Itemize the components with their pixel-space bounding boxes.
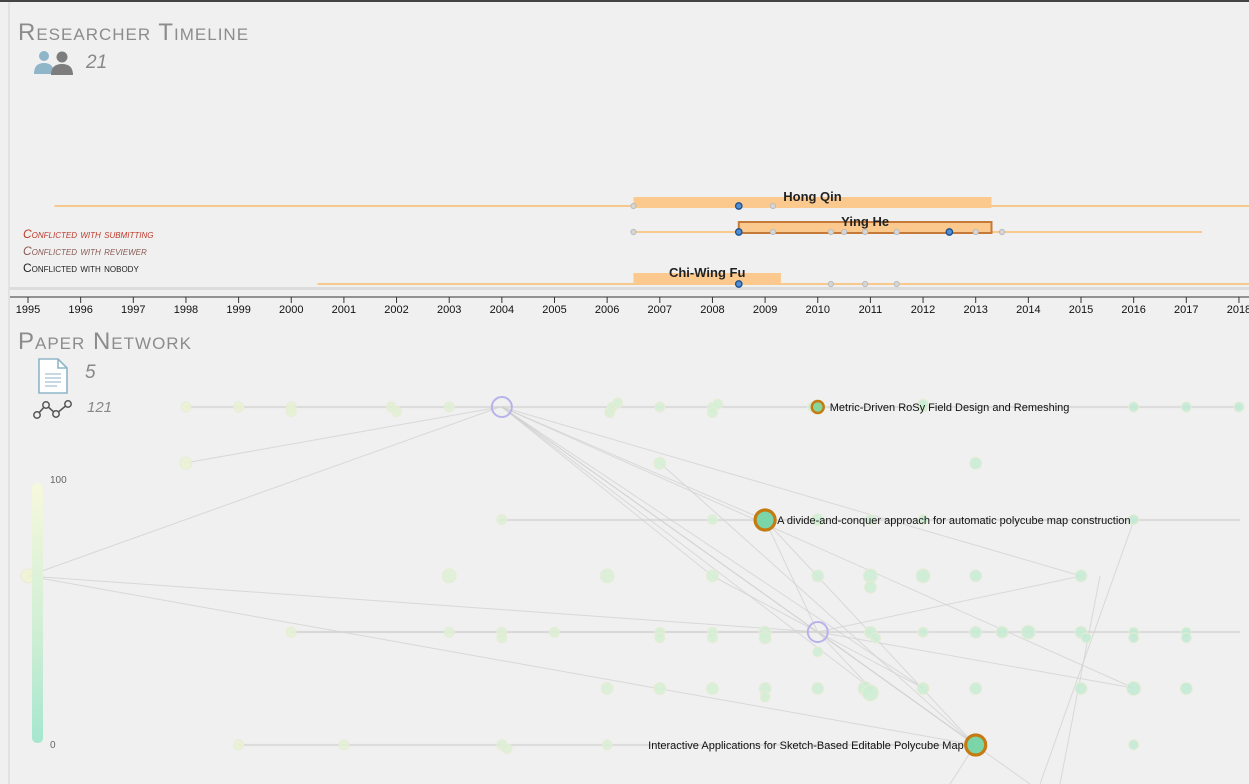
paper-node: [969, 625, 983, 639]
paper-node: [1180, 632, 1192, 644]
paper-node: [654, 401, 666, 413]
selected-paper-node[interactable]: [964, 733, 988, 757]
citation-edge: [501, 406, 871, 689]
paper-node: [995, 625, 1009, 639]
paper-node: [1128, 739, 1140, 751]
paper-node: [870, 632, 882, 644]
paper-node: [861, 684, 879, 702]
citation-edge: [817, 575, 1082, 633]
paper-title-label[interactable]: Metric-Driven RoSy Field Design and Reme…: [830, 402, 1070, 414]
citation-edge: [501, 406, 1134, 689]
paper-node: [812, 646, 824, 658]
paper-node: [599, 568, 615, 584]
paper-node: [653, 682, 667, 695]
paper-node: [604, 407, 616, 419]
paper-node: [863, 580, 877, 594]
network-edges: [27, 405, 1240, 784]
network-nodes: Metric-Driven RoSy Field Design and Reme…: [20, 396, 1245, 757]
paper-node: [496, 514, 508, 526]
scale-min-label: 0: [50, 740, 56, 751]
paper-title-label[interactable]: Interactive Applications for Sketch-Base…: [648, 740, 964, 752]
citation-edge: [1059, 575, 1101, 784]
paper-node: [1179, 682, 1193, 695]
paper-node: [1180, 401, 1192, 413]
scale-max-label: 100: [50, 475, 67, 486]
paper-node: [917, 626, 929, 638]
paper-node: [285, 406, 297, 418]
paper-node: [706, 407, 718, 419]
paper-node: [1080, 632, 1092, 644]
paper-node: [705, 569, 719, 583]
paper-node: [600, 682, 614, 695]
citation-edge: [501, 406, 924, 689]
paper-node: [654, 632, 666, 644]
paper-node: [612, 397, 624, 409]
paper-node: [1020, 624, 1036, 640]
paper-node: [811, 569, 825, 583]
citation-edge: [27, 575, 976, 746]
citation-edge: [1039, 519, 1135, 784]
paper-node: [969, 456, 983, 470]
paper-node: [758, 631, 772, 645]
selected-paper-node[interactable]: [810, 399, 825, 415]
paper-node: [496, 632, 508, 644]
selected-paper-node[interactable]: [753, 508, 777, 532]
paper-node: [441, 568, 457, 584]
paper-node: [1126, 681, 1142, 696]
paper-node: [285, 626, 297, 638]
paper-node: [601, 739, 613, 751]
citation-edge: [764, 519, 819, 633]
paper-node: [179, 456, 193, 470]
paper-node: [443, 401, 455, 413]
citation-edge: [501, 406, 713, 577]
paper-node: [1074, 682, 1088, 695]
paper-node: [443, 626, 455, 638]
paper-node: [915, 568, 931, 584]
paper-title-label[interactable]: A divide-and-conquer approach for automa…: [777, 515, 1130, 527]
citation-edge: [712, 575, 818, 633]
paper-node: [811, 682, 825, 695]
paper-node: [501, 743, 513, 755]
paper-node: [180, 401, 192, 413]
paper-network-chart[interactable]: Metric-Driven RoSy Field Design and Reme…: [0, 0, 1249, 784]
citation-edge: [27, 575, 819, 633]
paper-node: [706, 514, 718, 526]
paper-node: [1128, 632, 1140, 644]
paper-node: [549, 626, 560, 638]
paper-node: [759, 691, 771, 703]
paper-node: [391, 406, 403, 418]
paper-node: [969, 682, 983, 695]
paper-node: [233, 739, 245, 751]
paper-node: [1074, 569, 1088, 583]
citation-edge: [27, 406, 501, 577]
paper-node: [969, 569, 983, 583]
paper-node: [916, 682, 930, 695]
citation-edge: [817, 631, 976, 746]
paper-node: [338, 739, 350, 751]
citation-color-scale: [32, 483, 43, 743]
paper-node: [233, 401, 245, 413]
citation-edge: [659, 462, 976, 746]
paper-node: [653, 456, 667, 470]
citation-edge: [501, 406, 1082, 577]
paper-node: [705, 682, 719, 695]
citation-edge: [501, 406, 766, 521]
paper-node: [706, 632, 718, 644]
paper-node: [1233, 401, 1245, 413]
paper-node: [1128, 401, 1140, 413]
citation-edge: [184, 406, 501, 464]
